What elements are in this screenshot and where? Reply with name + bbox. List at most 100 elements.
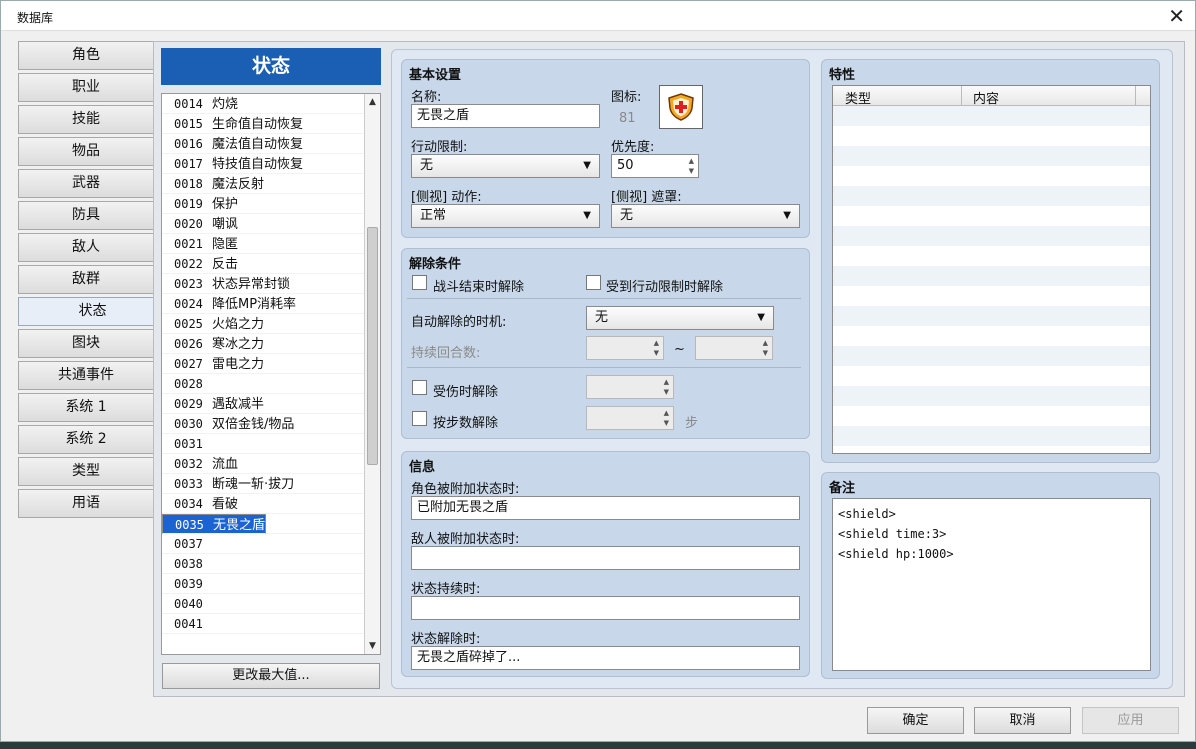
- list-item[interactable]: 0032 流血: [162, 454, 380, 474]
- scroll-thumb[interactable]: [367, 227, 378, 465]
- traits-row[interactable]: [833, 426, 1150, 446]
- category-tab[interactable]: 防具: [18, 201, 154, 230]
- steps-stepper[interactable]: ▲ ▼: [586, 406, 674, 430]
- list-item[interactable]: 0037: [162, 534, 380, 554]
- spin-arrows-icon[interactable]: ▲ ▼: [664, 377, 669, 397]
- category-tab[interactable]: 系统 2: [18, 425, 154, 454]
- list-item[interactable]: 0014 灼烧: [162, 94, 380, 114]
- list-item[interactable]: 0015 生命值自动恢复: [162, 114, 380, 134]
- spin-arrows-icon[interactable]: ▲ ▼: [664, 408, 669, 428]
- list-item[interactable]: 0024 降低MP消耗率: [162, 294, 380, 314]
- traits-row[interactable]: [833, 246, 1150, 266]
- enemy-message-input[interactable]: [411, 546, 800, 570]
- list-item[interactable]: 0026 寒冰之力: [162, 334, 380, 354]
- category-tab[interactable]: 物品: [18, 137, 154, 166]
- persist-message-input[interactable]: [411, 596, 800, 620]
- ok-button[interactable]: 确定: [867, 707, 964, 734]
- list-item[interactable]: 0041: [162, 614, 380, 634]
- traits-row[interactable]: [833, 186, 1150, 206]
- list-item[interactable]: 0035 无畏之盾: [162, 514, 267, 534]
- col-content-header[interactable]: 内容: [973, 88, 999, 107]
- list-item[interactable]: 0031: [162, 434, 380, 454]
- priority-stepper[interactable]: 50 ▲ ▼: [611, 154, 699, 178]
- traits-row[interactable]: [833, 146, 1150, 166]
- category-tab[interactable]: 类型: [18, 457, 154, 486]
- overlay-select[interactable]: 无 ▼: [611, 204, 800, 228]
- list-item[interactable]: 0018 魔法反射: [162, 174, 380, 194]
- list-item[interactable]: 0022 反击: [162, 254, 380, 274]
- icon-picker[interactable]: [659, 85, 703, 129]
- auto-removal-timing-select[interactable]: 无 ▼: [586, 306, 774, 330]
- list-item[interactable]: 0028: [162, 374, 380, 394]
- remove-by-walking-checkbox[interactable]: [412, 411, 427, 426]
- traits-row[interactable]: [833, 346, 1150, 366]
- traits-row[interactable]: [833, 266, 1150, 286]
- category-tab[interactable]: 技能: [18, 105, 154, 134]
- list-item[interactable]: 0017 特技值自动恢复: [162, 154, 380, 174]
- remove-at-battle-end-checkbox[interactable]: [412, 275, 427, 290]
- traits-row[interactable]: [833, 386, 1150, 406]
- motion-select[interactable]: 正常 ▼: [411, 204, 600, 228]
- scroll-up-icon[interactable]: ▲: [366, 95, 379, 109]
- list-item[interactable]: 0027 雷电之力: [162, 354, 380, 374]
- remove-by-damage-checkbox[interactable]: [412, 380, 427, 395]
- category-tab[interactable]: 敌群: [18, 265, 154, 294]
- traits-row[interactable]: [833, 306, 1150, 326]
- traits-table[interactable]: 类型 内容: [832, 85, 1151, 454]
- list-item[interactable]: 0021 隐匿: [162, 234, 380, 254]
- traits-row[interactable]: [833, 286, 1150, 306]
- category-tab[interactable]: 武器: [18, 169, 154, 198]
- category-tab[interactable]: 共通事件: [18, 361, 154, 390]
- spin-arrows-icon[interactable]: ▲ ▼: [654, 338, 659, 358]
- restriction-select[interactable]: 无 ▼: [411, 154, 600, 178]
- list-item-id: 0027: [174, 357, 203, 371]
- traits-row[interactable]: [833, 206, 1150, 226]
- note-textarea[interactable]: <shield> <shield time:3> <shield hp:1000…: [832, 498, 1151, 671]
- change-max-button[interactable]: 更改最大值...: [162, 663, 380, 689]
- list-item[interactable]: 0016 魔法值自动恢复: [162, 134, 380, 154]
- list-item[interactable]: 0023 状态异常封锁: [162, 274, 380, 294]
- remove-message-input[interactable]: 无畏之盾碎掉了...: [411, 646, 800, 670]
- traits-row[interactable]: [833, 326, 1150, 346]
- list-item[interactable]: 0030 双倍金钱/物品: [162, 414, 380, 434]
- duration-min-stepper[interactable]: ▲ ▼: [586, 336, 664, 360]
- list-item[interactable]: 0034 看破: [162, 494, 380, 514]
- actor-message-input[interactable]: 已附加无畏之盾: [411, 496, 800, 520]
- category-tab[interactable]: 系统 1: [18, 393, 154, 422]
- list-item[interactable]: 0020 嘲讽: [162, 214, 380, 234]
- category-tab[interactable]: 敌人: [18, 233, 154, 262]
- name-input[interactable]: 无畏之盾: [411, 104, 600, 128]
- cancel-button[interactable]: 取消: [974, 707, 1071, 734]
- list-item-id: 0035: [175, 518, 204, 532]
- scroll-down-icon[interactable]: ▼: [366, 639, 379, 653]
- list-item[interactable]: 0029 遇敌减半: [162, 394, 380, 414]
- traits-row[interactable]: [833, 126, 1150, 146]
- traits-row[interactable]: [833, 166, 1150, 186]
- list-item[interactable]: 0019 保护: [162, 194, 380, 214]
- apply-button[interactable]: 应用: [1082, 707, 1179, 734]
- category-tab[interactable]: 职业: [18, 73, 154, 102]
- traits-row[interactable]: [833, 226, 1150, 246]
- spin-arrows-icon[interactable]: ▲ ▼: [763, 338, 768, 358]
- list-item[interactable]: 0025 火焰之力: [162, 314, 380, 334]
- list-item[interactable]: 0033 断魂一斩·拔刀: [162, 474, 380, 494]
- list-item[interactable]: 0039: [162, 574, 380, 594]
- col-type-header[interactable]: 类型: [845, 88, 871, 107]
- category-tab[interactable]: 用语: [18, 489, 154, 518]
- close-icon[interactable]: ✕: [1168, 4, 1185, 28]
- list-item[interactable]: 0038: [162, 554, 380, 574]
- traits-row[interactable]: [833, 366, 1150, 386]
- category-tab[interactable]: 状态: [18, 297, 158, 326]
- state-list[interactable]: 0014 灼烧 0015 生命值自动恢复 0016 魔法值自动恢复 0017 特技值自动恢复 0…: [161, 93, 381, 655]
- traits-row[interactable]: [833, 406, 1150, 426]
- remove-by-restriction-checkbox[interactable]: [586, 275, 601, 290]
- spin-arrows-icon[interactable]: ▲ ▼: [689, 156, 694, 176]
- category-tab[interactable]: 角色: [18, 41, 154, 70]
- list-item[interactable]: 0040: [162, 594, 380, 614]
- title-bar: 数据库 ✕: [1, 1, 1195, 31]
- duration-max-stepper[interactable]: ▲ ▼: [695, 336, 773, 360]
- damage-percent-stepper[interactable]: ▲ ▼: [586, 375, 674, 399]
- list-scrollbar[interactable]: ▲ ▼: [364, 94, 380, 654]
- traits-row[interactable]: [833, 106, 1150, 126]
- category-tab[interactable]: 图块: [18, 329, 154, 358]
